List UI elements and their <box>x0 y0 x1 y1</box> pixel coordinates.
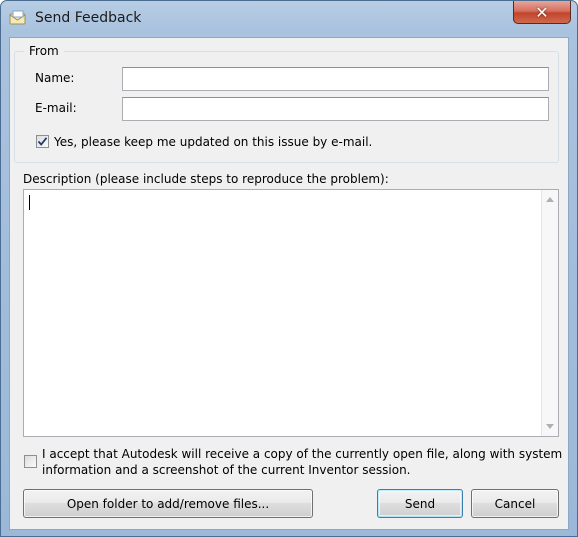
close-icon: ✕ <box>535 2 549 22</box>
name-field[interactable] <box>122 67 549 91</box>
send-feedback-window: Send Feedback ✕ From Name: E-mail: Yes, … <box>0 0 578 537</box>
email-field[interactable] <box>122 97 549 121</box>
scroll-up-icon[interactable] <box>546 197 554 202</box>
scroll-down-icon[interactable] <box>546 424 554 429</box>
dialog-body: From Name: E-mail: Yes, please keep me u… <box>9 37 569 530</box>
description-scrollbar[interactable] <box>541 190 558 436</box>
accept-label-line1[interactable]: I accept that Autodesk will receive a co… <box>42 447 562 461</box>
send-button-label: Send <box>404 496 436 511</box>
description-label: Description (please include steps to rep… <box>23 172 389 186</box>
cancel-button[interactable]: Cancel <box>471 489 559 518</box>
name-label: Name: <box>35 71 75 85</box>
email-label: E-mail: <box>35 101 77 115</box>
accept-checkbox[interactable] <box>24 455 37 468</box>
description-textarea[interactable] <box>23 189 559 437</box>
close-button[interactable]: ✕ <box>513 1 571 24</box>
text-caret <box>29 195 30 210</box>
open-folder-button-label: Open folder to add/remove files... <box>66 496 270 511</box>
cancel-button-label: Cancel <box>494 496 536 511</box>
feedback-envelope-icon <box>9 10 27 26</box>
checkmark-icon <box>37 137 48 146</box>
keep-updated-checkbox[interactable] <box>36 135 49 148</box>
keep-updated-label[interactable]: Yes, please keep me updated on this issu… <box>54 135 372 149</box>
window-title: Send Feedback <box>35 10 142 26</box>
title-bar[interactable]: Send Feedback ✕ <box>1 1 577 37</box>
from-group-title: From <box>24 44 64 58</box>
accept-label-line2[interactable]: information and a screenshot of the curr… <box>42 463 411 477</box>
send-button[interactable]: Send <box>377 489 463 518</box>
open-folder-button[interactable]: Open folder to add/remove files... <box>23 489 313 518</box>
